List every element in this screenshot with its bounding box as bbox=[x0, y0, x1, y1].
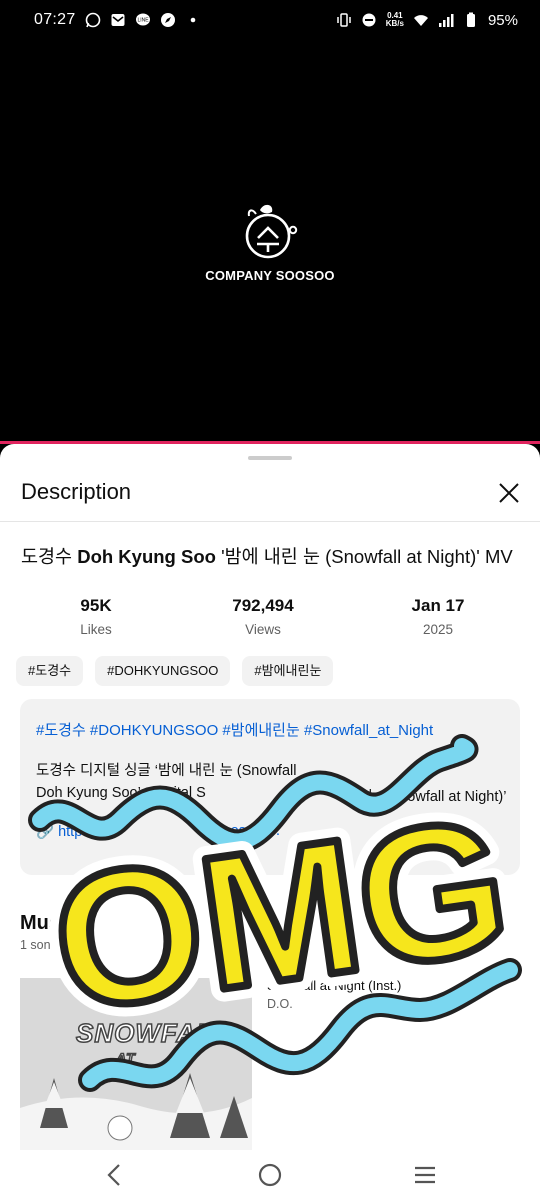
views-value: 792,494 bbox=[232, 596, 294, 615]
chip-hashtag[interactable]: #도경수 bbox=[16, 656, 84, 686]
svg-text:LINE: LINE bbox=[137, 18, 149, 24]
status-left: 07:27 LINE bbox=[34, 11, 201, 29]
likes-value: 95K bbox=[80, 596, 112, 615]
back-icon[interactable] bbox=[95, 1160, 135, 1190]
video-title-prefix: 도경수 bbox=[21, 546, 78, 567]
system-nav-bar bbox=[0, 1150, 540, 1200]
video-stats: 95K Likes 792,494 Views Jan 17 2025 bbox=[0, 596, 540, 646]
description-link[interactable]: 🔗 http bbox=[36, 823, 82, 840]
hashtag-chips: #도경수 #DOHKYUNGSOO #밤에내린눈 bbox=[16, 656, 334, 686]
home-icon[interactable] bbox=[250, 1160, 290, 1190]
album-art-title: SNOWFALL bbox=[75, 1017, 230, 1049]
network-speed: 0.41 KB/s bbox=[386, 12, 404, 28]
whatsapp-icon bbox=[85, 12, 100, 28]
sheet-title: Description bbox=[21, 479, 132, 504]
album-art-illustration bbox=[20, 978, 252, 1150]
mail-icon bbox=[111, 14, 125, 26]
chip-hashtag[interactable]: #DOHKYUNGSOO bbox=[95, 656, 231, 686]
music-song-count: 1 song bbox=[20, 938, 58, 952]
status-bar: 07:27 LINE 0.41 KB/s 95% bbox=[0, 0, 540, 40]
song-artist: D.O. bbox=[267, 997, 293, 1011]
battery-icon bbox=[466, 12, 475, 27]
status-time: 07:27 bbox=[34, 11, 76, 28]
views-label: Views bbox=[245, 622, 281, 637]
stat-views: 792,494 Views bbox=[193, 596, 333, 637]
date-year: 2025 bbox=[422, 622, 454, 637]
date-value: Jan 17 bbox=[411, 596, 465, 615]
song-title[interactable]: Snowfall at Night (Inst.) bbox=[267, 978, 401, 993]
status-right: 0.41 KB/s 95% bbox=[336, 12, 518, 29]
line-icon: LINE bbox=[135, 13, 150, 26]
network-speed-unit: KB/s bbox=[385, 19, 404, 28]
video-title-rest: '밤에 내린 눈 (Snowfall at Night)' MV bbox=[215, 546, 513, 567]
signal-icon bbox=[438, 14, 454, 27]
description-line-2-end: 린 눈 (Snowfall at Night)’ bbox=[350, 789, 507, 805]
chip-hashtag[interactable]: #밤에내린눈 bbox=[242, 656, 334, 686]
description-box[interactable]: #도경수 #DOHKYUNGSOO #밤에내린눈 #Snowfall_at_Ni… bbox=[20, 699, 520, 875]
battery-percent: 95% bbox=[487, 11, 518, 29]
description-sheet: Description 도경수 Doh Kyung Soo '밤에 내린 눈 (… bbox=[0, 444, 540, 1150]
album-art[interactable]: SNOWFALL AT bbox=[20, 978, 252, 1150]
stat-likes: 95K Likes bbox=[26, 596, 166, 637]
music-section-title: Mus bbox=[20, 912, 60, 934]
video-title: 도경수 Doh Kyung Soo '밤에 내린 눈 (Snowfall at … bbox=[21, 544, 526, 570]
dot-icon bbox=[190, 17, 195, 23]
recents-icon[interactable] bbox=[405, 1160, 445, 1190]
album-art-subtitle: AT bbox=[115, 1049, 136, 1067]
soosoo-logo-icon bbox=[245, 204, 298, 259]
company-logo: COMPANY SOOSOO bbox=[0, 200, 540, 283]
stat-date: Jan 17 2025 bbox=[368, 596, 508, 637]
vibrate-icon bbox=[336, 13, 351, 27]
wifi-icon bbox=[413, 15, 428, 26]
description-line-2: Doh Kyung Soo’s Digital S bbox=[36, 785, 206, 801]
video-title-bold: Doh Kyung Soo bbox=[77, 546, 216, 567]
drag-handle[interactable] bbox=[248, 456, 292, 460]
video-player[interactable]: COMPANY SOOSOO bbox=[0, 40, 540, 442]
close-icon[interactable] bbox=[494, 478, 524, 508]
sheet-header: Description bbox=[0, 468, 540, 522]
logo-text: COMPANY SOOSOO bbox=[205, 268, 335, 283]
description-link-end[interactable]: nysoosoo.… bbox=[200, 823, 281, 839]
description-line-1: 도경수 디지털 싱글 ‘밤에 내린 눈 (Snowfall bbox=[36, 763, 297, 779]
likes-label: Likes bbox=[80, 622, 112, 637]
dnd-icon bbox=[362, 13, 376, 27]
compass-icon bbox=[160, 13, 175, 27]
description-hashtags[interactable]: #도경수 #DOHKYUNGSOO #밤에내린눈 #Snowfall_at_Ni… bbox=[36, 719, 433, 740]
